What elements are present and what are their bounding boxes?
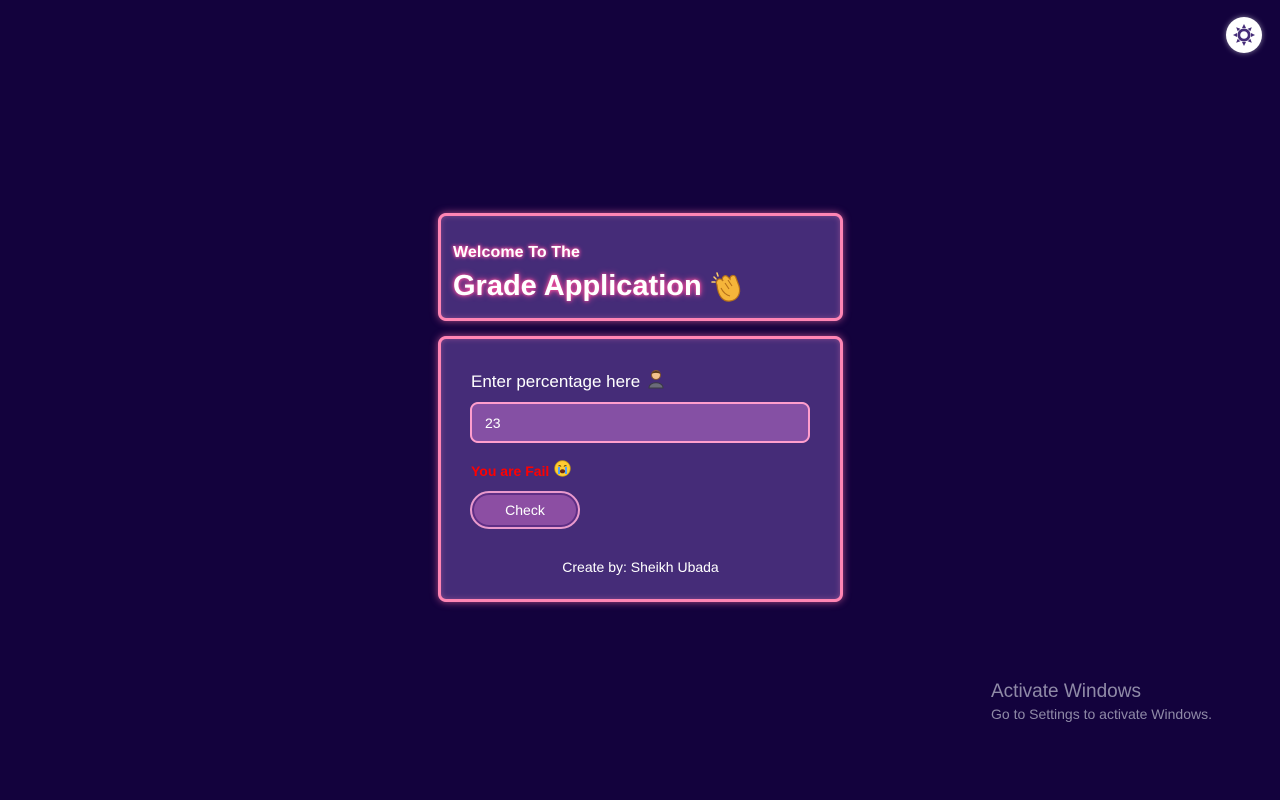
activate-windows-watermark: Activate Windows Go to Settings to activ…	[991, 681, 1212, 722]
sun-gear-icon	[1232, 23, 1256, 47]
crying-face-icon	[554, 460, 572, 482]
theme-toggle-button[interactable]	[1226, 17, 1262, 53]
percentage-label: Enter percentage here	[471, 371, 641, 391]
watermark-subtitle: Go to Settings to activate Windows.	[991, 706, 1212, 722]
clapping-hands-icon	[710, 269, 745, 303]
result-row: You are Fail	[471, 460, 572, 482]
person-icon	[647, 369, 665, 394]
percentage-input[interactable]	[470, 402, 810, 443]
header-card: Welcome To The Grade Application	[438, 213, 843, 321]
page: Welcome To The Grade Application Enter p…	[0, 0, 1280, 800]
grade-form-card: Enter percentage here You are Fail	[438, 336, 843, 602]
watermark-title: Activate Windows	[991, 681, 1141, 702]
result-message: You are Fail	[471, 463, 550, 479]
author-credit: Create by: Sheikh Ubada	[562, 559, 719, 575]
check-button[interactable]: Check	[470, 491, 580, 529]
title-row: Grade Application	[453, 269, 745, 303]
page-title: Grade Application	[453, 269, 702, 302]
welcome-text: Welcome To The	[453, 244, 581, 261]
field-label-row: Enter percentage here	[471, 369, 665, 394]
